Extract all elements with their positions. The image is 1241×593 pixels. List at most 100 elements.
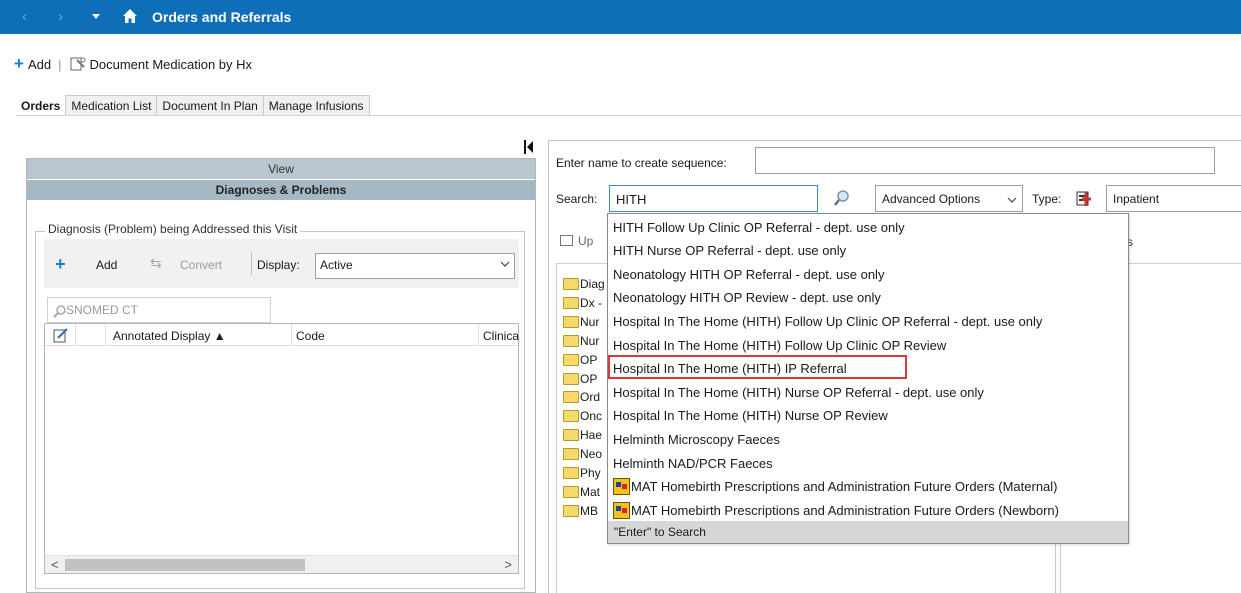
folder-item[interactable]: Nur: [563, 333, 599, 349]
search-result-item[interactable]: MAT Homebirth Prescriptions and Administ…: [613, 499, 1059, 521]
folder-icon: [563, 353, 579, 366]
search-result-item[interactable]: Neonatology HITH OP Review - dept. use o…: [613, 287, 881, 309]
folder-item[interactable]: Onc: [563, 408, 602, 424]
folder-item[interactable]: Phy: [563, 465, 601, 481]
enter-hint-label: "Enter" to Search: [614, 525, 706, 539]
search-result-item[interactable]: Helminth NAD/PCR Faeces: [613, 452, 773, 474]
search-result-item[interactable]: Hospital In The Home (HITH) Nurse OP Rev…: [613, 405, 888, 427]
order-search-value: HITH: [616, 192, 647, 207]
toolbar-separator: |: [58, 56, 62, 72]
column-divider: [478, 324, 479, 346]
search-result-label: Hospital In The Home (HITH) Follow Up Cl…: [613, 313, 1043, 329]
advanced-options-value: Advanced Options: [882, 192, 981, 206]
diagnosis-grid: Annotated Display ▲ Code Clinica < >: [44, 323, 519, 574]
search-result-item[interactable]: Hospital In The Home (HITH) Nurse OP Ref…: [613, 381, 984, 403]
search-label: Search:: [556, 192, 598, 206]
folder-item[interactable]: Diag: [563, 276, 605, 292]
search-result-label: Hospital In The Home (HITH) Follow Up Cl…: [613, 337, 947, 353]
order-search-input[interactable]: HITH: [609, 185, 818, 212]
display-select[interactable]: Active: [315, 253, 515, 279]
dropdown-caret-icon[interactable]: [92, 14, 100, 19]
folder-icon: [563, 485, 579, 498]
folder-up-button[interactable]: Up: [560, 234, 593, 248]
collapse-panel-icon[interactable]: [524, 140, 534, 154]
folder-icon: [563, 372, 579, 385]
action-toolbar: + Add | Document Medication by Hx: [14, 54, 252, 74]
scroll-right-button[interactable]: >: [504, 557, 512, 572]
tab-document-in-plan[interactable]: Document In Plan: [156, 95, 264, 115]
folder-item[interactable]: Nur: [563, 314, 599, 330]
diagnoses-problems-header[interactable]: Diagnoses & Problems: [27, 180, 535, 200]
search-icon[interactable]: [833, 189, 851, 207]
search-result-label: Neonatology HITH OP Review - dept. use o…: [613, 290, 881, 306]
folder-item[interactable]: OP: [563, 371, 597, 387]
add-diagnosis-icon[interactable]: +: [55, 254, 66, 275]
add-button[interactable]: Add: [28, 57, 51, 72]
forward-arrow-icon[interactable]: ›: [58, 8, 63, 25]
snomed-search-input[interactable]: SNOMED CT: [47, 297, 271, 323]
folder-item[interactable]: Dx -: [563, 295, 602, 311]
search-result-item[interactable]: Hospital In The Home (HITH) Follow Up Cl…: [613, 310, 1042, 332]
scroll-left-button[interactable]: <: [51, 557, 59, 572]
search-result-item[interactable]: HITH Nurse OP Referral - dept. use only: [613, 240, 846, 262]
folder-up-label: Up: [578, 234, 594, 248]
document-medication-button[interactable]: Document Medication by Hx: [89, 57, 252, 72]
search-result-label: MAT Homebirth Prescriptions and Administ…: [631, 502, 1059, 518]
search-result-item[interactable]: HITH Follow Up Clinic OP Referral - dept…: [613, 216, 905, 238]
chevron-down-icon: [500, 261, 510, 267]
folder-item[interactable]: Hae: [563, 427, 602, 443]
tab-bar: Orders Medication List Document In Plan …: [15, 95, 370, 115]
sequence-name-input[interactable]: [755, 147, 1215, 174]
folder-label: Diag: [580, 277, 605, 291]
advanced-options-select[interactable]: Advanced Options: [875, 185, 1023, 212]
search-result-item[interactable]: Helminth Microscopy Faeces: [613, 428, 780, 450]
search-result-label: Hospital In The Home (HITH) Nurse OP Rev…: [613, 408, 888, 424]
folder-icon: [563, 448, 579, 461]
search-result-label: MAT Homebirth Prescriptions and Administ…: [631, 479, 1058, 495]
tab-manage-infusions[interactable]: Manage Infusions: [262, 95, 370, 115]
folder-label: OP: [580, 371, 598, 386]
folder-label: Ord: [580, 390, 601, 405]
search-result-item[interactable]: MAT Homebirth Prescriptions and Administ…: [613, 476, 1058, 498]
folder-icon: [563, 410, 579, 423]
horizontal-scrollbar[interactable]: < >: [45, 555, 518, 573]
column-divider: [291, 324, 292, 346]
search-result-label: Helminth NAD/PCR Faeces: [613, 455, 773, 471]
folder-icon: [563, 467, 579, 479]
title-bar: ‹ › Orders and Referrals: [0, 0, 1241, 34]
column-header-code[interactable]: Code: [296, 329, 325, 343]
add-plus-icon[interactable]: +: [14, 55, 24, 72]
column-header-clinical[interactable]: Clinica: [483, 329, 519, 343]
annotate-icon[interactable]: [53, 327, 69, 343]
home-icon[interactable]: [122, 8, 138, 24]
column-divider: [75, 324, 76, 346]
folder-item[interactable]: MB: [563, 503, 598, 519]
folder-label: Mat: [580, 484, 601, 499]
folder-label: Phy: [580, 466, 601, 480]
highlighted-result-outline: [608, 355, 907, 379]
scroll-thumb[interactable]: [65, 559, 305, 571]
column-header-annotated-display[interactable]: Annotated Display ▲: [113, 329, 226, 343]
search-result-item[interactable]: Hospital In The Home (HITH) Follow Up Cl…: [613, 334, 946, 356]
folder-label: MB: [580, 503, 598, 518]
view-header[interactable]: View: [27, 159, 535, 179]
folder-icon: [563, 391, 579, 404]
folder-item[interactable]: Neo: [563, 446, 602, 462]
order-type-select[interactable]: Inpatient: [1106, 185, 1241, 212]
folder-item[interactable]: Ord: [563, 389, 600, 405]
tab-orders[interactable]: Orders: [15, 95, 67, 115]
enter-to-search-hint[interactable]: "Enter" to Search: [608, 521, 1128, 543]
inpatient-type-icon: [1076, 191, 1091, 206]
document-medication-icon[interactable]: [68, 56, 86, 72]
add-diagnosis-button[interactable]: Add: [96, 258, 117, 272]
tab-divider: [16, 115, 1241, 116]
search-result-item[interactable]: Neonatology HITH OP Referral - dept. use…: [613, 263, 884, 285]
tab-medication-list[interactable]: Medication List: [65, 95, 158, 115]
sequence-name-label: Enter name to create sequence:: [556, 156, 727, 170]
display-label: Display:: [257, 258, 300, 272]
diagnoses-panel: View Diagnoses & Problems Diagnosis (Pro…: [26, 158, 536, 593]
back-arrow-icon[interactable]: ‹: [22, 8, 27, 25]
folder-item[interactable]: OP: [563, 352, 597, 368]
convert-button[interactable]: Convert: [180, 258, 222, 272]
folder-item[interactable]: Mat: [563, 484, 600, 500]
